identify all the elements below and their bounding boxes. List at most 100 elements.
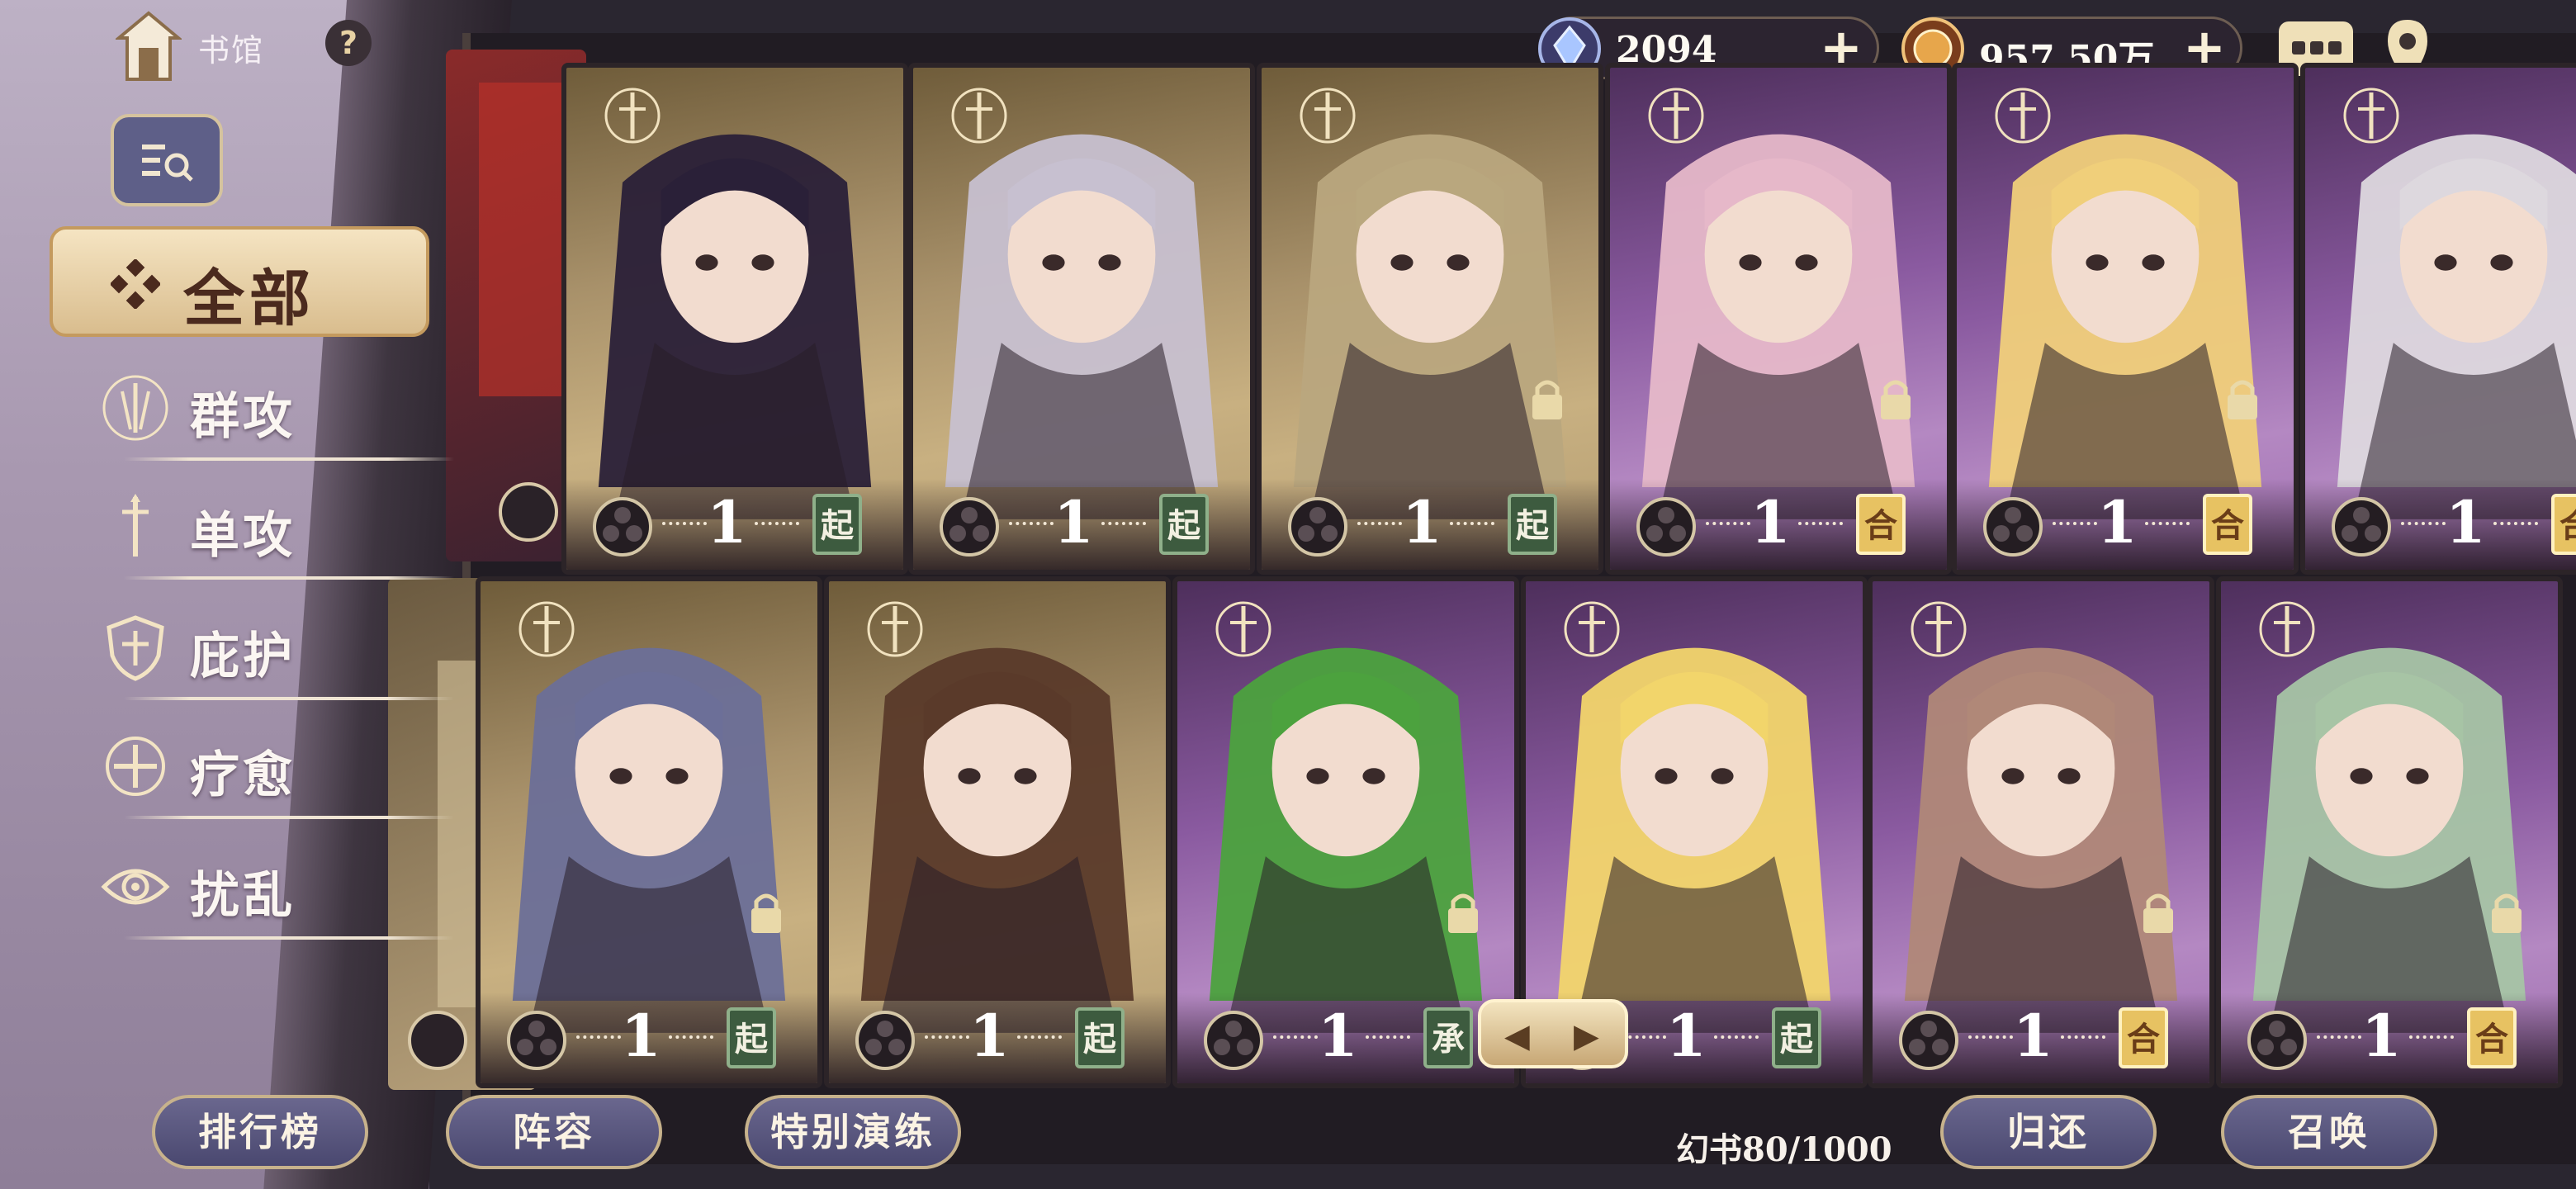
group-attack-icon (1215, 601, 1271, 657)
category-disrupt[interactable]: 扰乱 (99, 846, 454, 945)
category-heal[interactable]: 疗愈 (99, 725, 454, 824)
connector (1706, 522, 1750, 528)
lock-icon (2573, 375, 2576, 421)
connector (755, 522, 799, 528)
category-all-tab[interactable]: 全部 (50, 226, 429, 337)
stage-tag: 起 (812, 494, 862, 555)
lock-icon (2143, 893, 2173, 933)
connector (2317, 1035, 2361, 1042)
bond-slot-icon (940, 497, 999, 557)
group-attack-icon (1564, 601, 1620, 657)
connector (2061, 1035, 2105, 1042)
group-attack-icon (2259, 601, 2315, 657)
single-attack-icon (1648, 88, 1704, 144)
library-label[interactable]: 书馆 (198, 25, 264, 70)
lock-icon (2228, 380, 2257, 419)
character-card[interactable]: 1起 (824, 576, 1171, 1088)
special-training-button[interactable]: 特别演练 (745, 1095, 961, 1169)
card-level: 1 (2097, 488, 2138, 557)
bond-slot-icon (1983, 497, 2043, 557)
return-button[interactable]: 归还 (1940, 1095, 2157, 1169)
character-card[interactable]: 1起 (476, 576, 822, 1088)
all-tab-label: 全部 (183, 263, 315, 334)
single-attack-icon (2343, 88, 2399, 144)
bond-slot-icon (1636, 497, 1696, 557)
lock-icon (1881, 380, 1911, 419)
connector (1366, 1035, 1410, 1042)
category-label: 扰乱 (190, 867, 296, 925)
connector (2053, 522, 2097, 528)
character-card[interactable]: 1合 (2216, 576, 2563, 1088)
character-card[interactable]: 1起 (908, 63, 1255, 575)
connector (1017, 1035, 1062, 1042)
filter-search-button[interactable] (111, 114, 223, 206)
connector (669, 1035, 713, 1042)
card-level: 1 (2361, 1002, 2402, 1070)
character-card[interactable]: 1起 (1257, 63, 1603, 575)
connector (1798, 522, 1843, 528)
page-switcher[interactable]: ◀ ▶ (1478, 999, 1628, 1068)
lock-icon (751, 893, 781, 933)
connector (2493, 522, 2538, 528)
diamond-icon (111, 259, 160, 309)
divider (124, 816, 454, 819)
category-label: 单攻 (190, 507, 296, 565)
lock-icon (1448, 893, 1478, 933)
stage-tag: 合 (1856, 494, 1906, 555)
character-card[interactable]: 1合 (1868, 576, 2214, 1088)
connector (1009, 522, 1054, 528)
next-page-button[interactable]: ▶ (1574, 1017, 1599, 1055)
bond-slot-icon (1288, 497, 1347, 557)
home-library-icon[interactable] (116, 10, 182, 83)
connector (1273, 1035, 1318, 1042)
group-attack-icon (519, 601, 575, 657)
stage-tag: 起 (1508, 494, 1557, 555)
stage-tag: 合 (2119, 1007, 2168, 1068)
connector (1622, 1035, 1666, 1042)
card-level: 1 (1666, 1002, 1707, 1070)
list-search-icon (142, 144, 193, 182)
eye-disrupt-icon (1300, 88, 1356, 144)
connector (2409, 1035, 2454, 1042)
single-attack-icon (1911, 601, 1967, 657)
help-button[interactable]: ? (325, 20, 372, 66)
dot (2292, 41, 2305, 54)
single-attack-icon (1995, 88, 2051, 144)
stage-tag: 合 (2467, 1007, 2517, 1068)
category-label: 庇护 (190, 628, 296, 685)
stage-tag: 承 (1423, 1007, 1473, 1068)
card-level: 1 (1402, 488, 1442, 557)
character-card[interactable]: 1起 (561, 63, 908, 575)
character-card[interactable]: 1承 (1172, 576, 1519, 1088)
connector (1968, 1035, 2013, 1042)
stage-tag: 起 (727, 1007, 776, 1068)
category-group-attack[interactable]: 群攻 (99, 367, 454, 466)
prev-page-button[interactable]: ◀ (1504, 1017, 1530, 1055)
divider (124, 697, 454, 700)
card-level: 1 (621, 1002, 661, 1070)
bond-slot-icon (855, 1011, 915, 1070)
card-level: 1 (2013, 1002, 2053, 1070)
stage-tag: 起 (1075, 1007, 1125, 1068)
bond-slot-icon (2332, 497, 2391, 557)
connector (2401, 522, 2446, 528)
connector (925, 1035, 969, 1042)
card-level: 1 (1318, 1002, 1358, 1070)
connector (2145, 522, 2190, 528)
bond-slot-icon (1899, 1011, 1958, 1070)
category-shield[interactable]: 庇护 (99, 606, 454, 705)
card-level: 1 (707, 488, 747, 557)
lineup-button[interactable]: 阵容 (446, 1095, 662, 1169)
category-single-attack[interactable]: 单攻 (99, 486, 454, 585)
character-card[interactable]: 1合 (1605, 63, 1952, 575)
character-card[interactable]: 1合 (1952, 63, 2299, 575)
summon-button[interactable]: 召唤 (2221, 1095, 2437, 1169)
ranking-button[interactable]: 排行榜 (152, 1095, 368, 1169)
character-card[interactable]: 1合 (2300, 63, 2576, 575)
connector (1101, 522, 1146, 528)
shield-icon (107, 615, 164, 681)
category-label: 群攻 (190, 388, 296, 446)
divider (124, 457, 454, 461)
eye-disrupt-icon (101, 869, 170, 905)
bond-slot-icon (507, 1011, 566, 1070)
